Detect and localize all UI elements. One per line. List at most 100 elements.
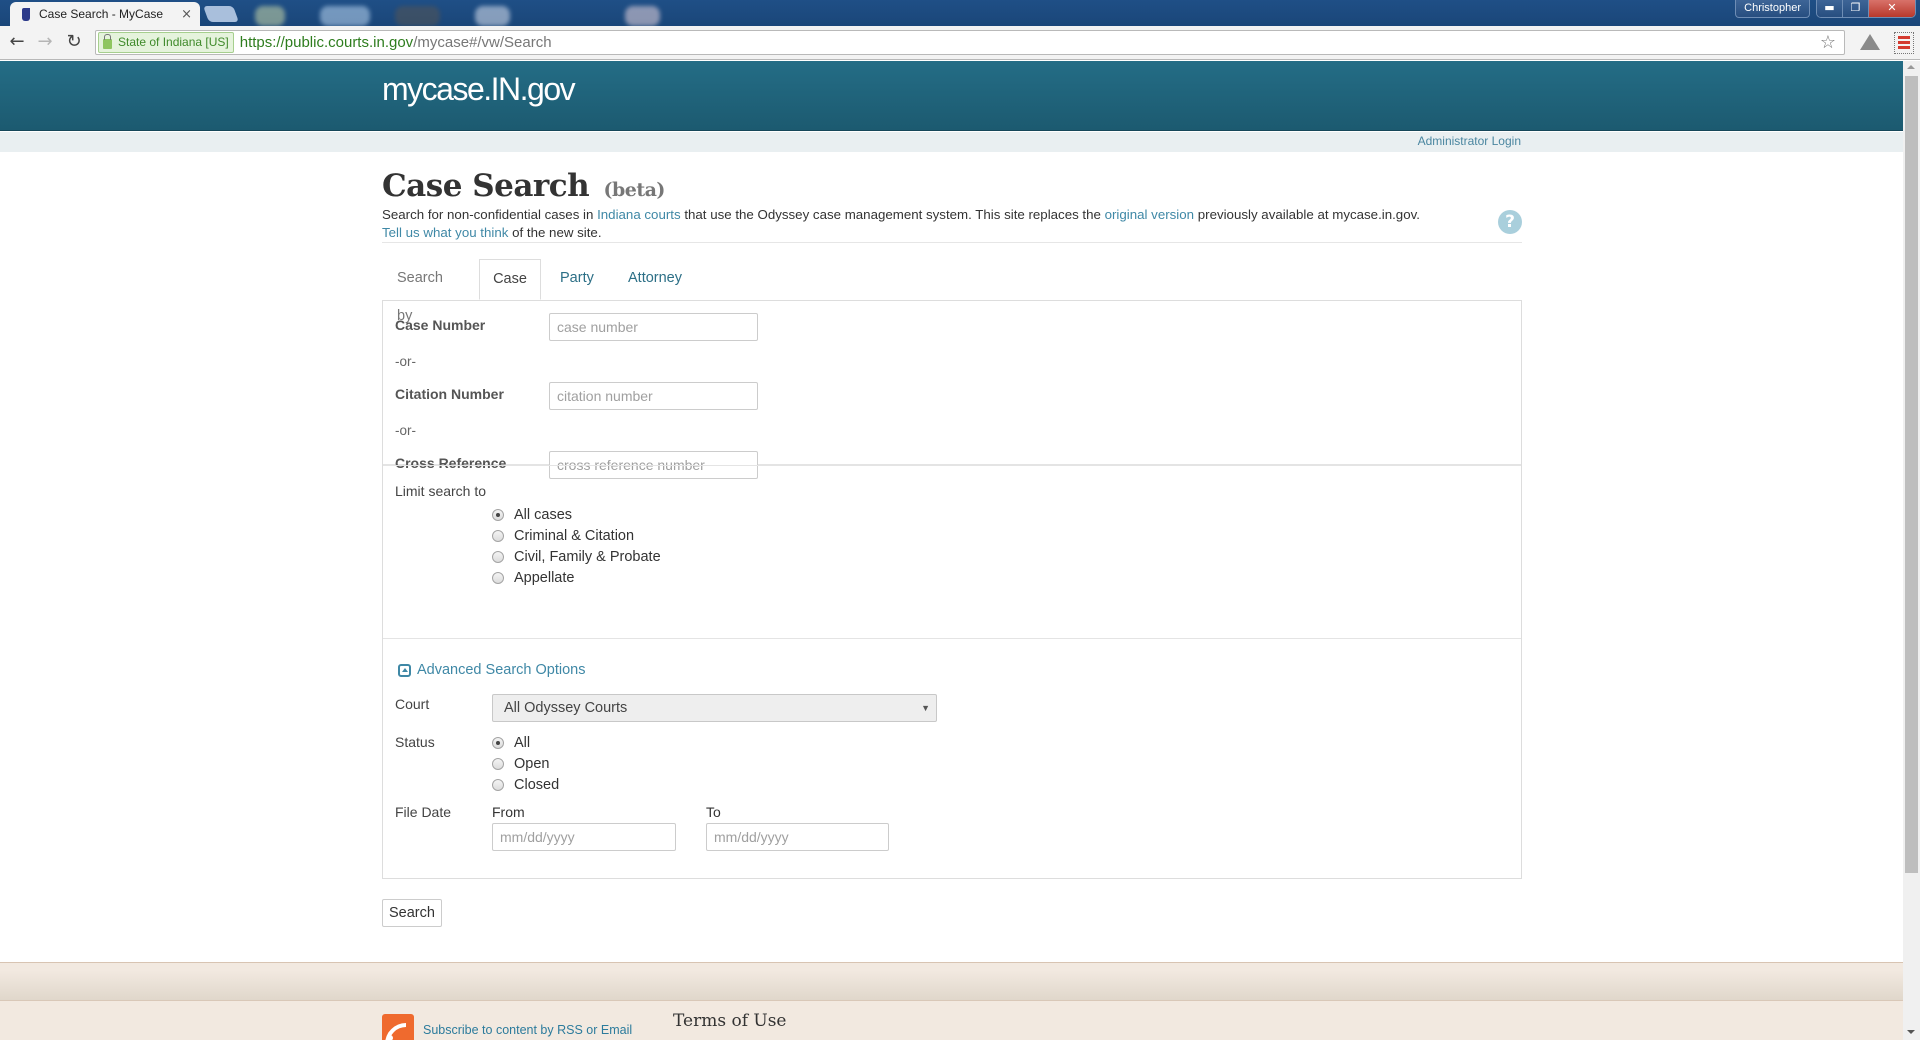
beta-label: (beta) bbox=[603, 179, 665, 201]
url-text[interactable]: https://public.courts.in.gov/mycase#/vw/… bbox=[240, 34, 552, 51]
file-date-from-input[interactable] bbox=[492, 823, 676, 851]
radio-label: Appellate bbox=[514, 570, 575, 586]
radio-button[interactable] bbox=[492, 758, 504, 770]
restore-button[interactable]: ❐ bbox=[1843, 0, 1869, 17]
tab-attorney[interactable]: Attorney bbox=[628, 259, 682, 300]
case-identifier-section: Case Number -or- Citation Number -or- Cr… bbox=[383, 301, 1521, 479]
intro-text-4: of the new site. bbox=[508, 225, 602, 240]
limit-search-section: Limit search to All cases Criminal & Cit… bbox=[383, 465, 1521, 639]
footer-band bbox=[0, 963, 1903, 1001]
page-title: Case Search (beta) bbox=[382, 168, 665, 204]
collapse-icon bbox=[398, 663, 411, 677]
browser-tab[interactable]: Case Search - MyCase × bbox=[10, 2, 200, 26]
or-separator: -or- bbox=[395, 423, 416, 438]
case-number-input[interactable] bbox=[549, 313, 758, 341]
new-tab-button[interactable] bbox=[203, 6, 239, 22]
chrome-menu-icon[interactable] bbox=[1894, 32, 1914, 54]
radio-appellate[interactable]: Appellate bbox=[492, 570, 574, 586]
rss-subscribe-link[interactable]: Subscribe to content by RSS or Email bbox=[423, 1023, 632, 1037]
close-window-button[interactable]: ✕ bbox=[1869, 0, 1915, 17]
chevron-down-icon: ▼ bbox=[921, 703, 930, 713]
radio-label: Civil, Family & Probate bbox=[514, 549, 661, 565]
status-label: Status bbox=[395, 734, 435, 750]
radio-status-all[interactable]: All bbox=[492, 735, 530, 751]
radio-button[interactable] bbox=[492, 779, 504, 791]
ev-certificate-badge[interactable]: State of Indiana [US] bbox=[98, 32, 234, 53]
administrator-login-link[interactable]: Administrator Login bbox=[1418, 134, 1521, 148]
intro-text: Search for non-confidential cases in Ind… bbox=[382, 206, 1462, 242]
court-select[interactable]: All Odyssey Courts ▼ bbox=[492, 694, 937, 722]
rss-icon[interactable] bbox=[382, 1014, 414, 1040]
desktop-blur bbox=[395, 6, 440, 26]
google-drive-icon[interactable] bbox=[1860, 34, 1880, 50]
intro-text-2: that use the Odyssey case management sys… bbox=[680, 207, 1105, 222]
intro-text-1: Search for non-confidential cases in bbox=[382, 207, 598, 222]
file-date-to-input[interactable] bbox=[706, 823, 889, 851]
desktop-blur bbox=[255, 6, 285, 26]
window-controls: ▬ ❐ ✕ bbox=[1816, 0, 1916, 18]
url-host: https://public.courts.in.gov bbox=[239, 34, 414, 51]
radio-status-open[interactable]: Open bbox=[492, 756, 549, 772]
minimize-button[interactable]: ▬ bbox=[1817, 0, 1843, 17]
radio-all-cases[interactable]: All cases bbox=[492, 507, 572, 523]
radio-button[interactable] bbox=[492, 551, 504, 563]
site-header: mycase.IN.gov bbox=[0, 61, 1903, 131]
file-date-label: File Date bbox=[395, 804, 452, 820]
scroll-down-arrow-icon[interactable] bbox=[1907, 1030, 1915, 1034]
bookmark-star-icon[interactable]: ☆ bbox=[1820, 32, 1836, 53]
to-label: To bbox=[706, 804, 721, 820]
court-select-value: All Odyssey Courts bbox=[504, 700, 628, 716]
forward-arrow-icon[interactable]: → bbox=[34, 31, 56, 53]
help-icon[interactable]: ? bbox=[1498, 210, 1522, 234]
site-footer: Subscribe to content by RSS or Email Ter… bbox=[0, 962, 1903, 1040]
advanced-search-section: Advanced Search Options Court All Odysse… bbox=[383, 639, 1521, 878]
original-version-link[interactable]: original version bbox=[1105, 207, 1194, 222]
indiana-favicon-icon bbox=[22, 7, 30, 21]
desktop-blur bbox=[320, 6, 370, 26]
from-label: From bbox=[492, 804, 525, 820]
lock-icon bbox=[103, 33, 112, 49]
feedback-link[interactable]: Tell us what you think bbox=[382, 225, 508, 240]
tab-close-icon[interactable]: × bbox=[181, 7, 192, 22]
radio-label: Criminal & Citation bbox=[514, 528, 635, 544]
chrome-profile-button[interactable]: Christopher bbox=[1735, 0, 1810, 18]
radio-button[interactable] bbox=[492, 530, 504, 542]
site-logo[interactable]: mycase.IN.gov bbox=[382, 71, 576, 108]
page-scrollbar[interactable] bbox=[1903, 61, 1920, 1040]
radio-label: Open bbox=[514, 756, 550, 772]
ev-certificate-text: State of Indiana [US] bbox=[118, 35, 229, 49]
intro-text-3: previously available at mycase.in.gov. bbox=[1194, 207, 1420, 222]
divider bbox=[382, 242, 1522, 243]
or-separator: -or- bbox=[395, 354, 416, 369]
radio-label: All cases bbox=[514, 507, 573, 523]
advanced-search-label: Advanced Search Options bbox=[417, 662, 586, 678]
scroll-up-arrow-icon[interactable] bbox=[1907, 65, 1915, 69]
window-titlebar: Case Search - MyCase × Christopher ▬ ❐ ✕ bbox=[0, 0, 1920, 26]
search-form-panel: Case Number -or- Citation Number -or- Cr… bbox=[382, 300, 1522, 879]
page-title-text: Case Search bbox=[382, 168, 590, 204]
radio-button[interactable] bbox=[492, 737, 504, 749]
reload-icon[interactable]: ↻ bbox=[63, 31, 85, 53]
back-arrow-icon[interactable]: ← bbox=[6, 31, 28, 53]
address-bar[interactable]: State of Indiana [US] https://public.cou… bbox=[95, 30, 1845, 55]
browser-tab-title: Case Search - MyCase bbox=[39, 7, 164, 21]
radio-label: Closed bbox=[514, 777, 560, 793]
tab-party[interactable]: Party bbox=[560, 259, 594, 300]
radio-button[interactable] bbox=[492, 509, 504, 521]
search-button[interactable]: Search bbox=[382, 899, 442, 927]
desktop-blur bbox=[625, 6, 660, 26]
radio-status-closed[interactable]: Closed bbox=[492, 777, 559, 793]
radio-label: All bbox=[514, 735, 531, 751]
indiana-courts-link[interactable]: Indiana courts bbox=[597, 207, 681, 222]
advanced-search-toggle[interactable]: Advanced Search Options bbox=[398, 662, 585, 678]
url-path: /mycase#/vw/Search bbox=[413, 34, 552, 51]
citation-number-input[interactable] bbox=[549, 382, 758, 410]
radio-criminal-citation[interactable]: Criminal & Citation bbox=[492, 528, 634, 544]
radio-button[interactable] bbox=[492, 572, 504, 584]
tab-case[interactable]: Case bbox=[479, 259, 541, 300]
scrollbar-thumb[interactable] bbox=[1905, 76, 1918, 873]
site-subbar: Administrator Login bbox=[0, 132, 1903, 152]
radio-civil-family-probate[interactable]: Civil, Family & Probate bbox=[492, 549, 661, 565]
terms-of-use-heading: Terms of Use bbox=[673, 1011, 787, 1031]
browser-toolbar: ← → ↻ State of Indiana [US] https://publ… bbox=[0, 26, 1920, 60]
